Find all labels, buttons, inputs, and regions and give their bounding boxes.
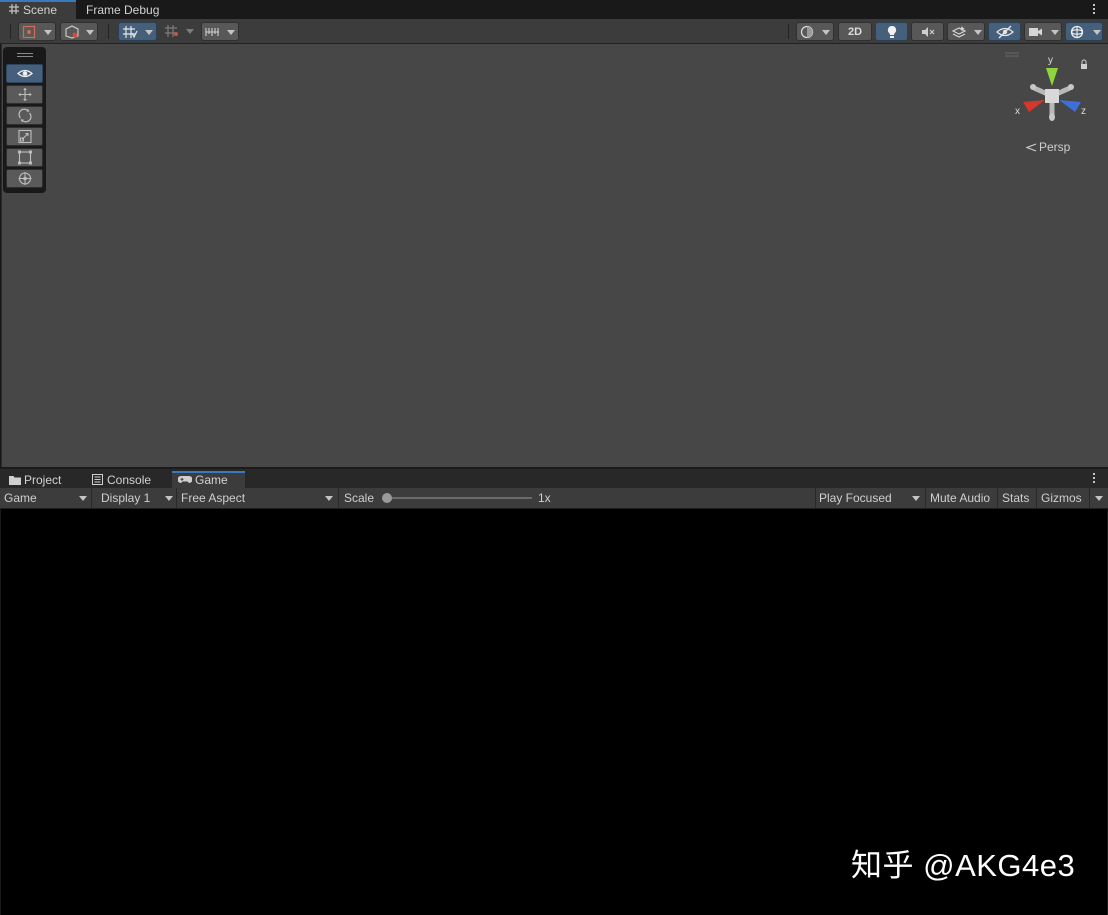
tab-frame-debug[interactable]: Frame Debug (79, 0, 171, 19)
chevron-down-icon (325, 496, 333, 501)
projection-toggle[interactable]: Persp (1025, 139, 1071, 156)
camera-settings-button[interactable] (1024, 22, 1062, 41)
scale-tool-icon (18, 129, 32, 144)
x-axis-label: x (1015, 106, 1020, 117)
gizmos-label: Gizmos (1041, 491, 1082, 505)
draw-mode-button[interactable] (18, 22, 56, 41)
increment-snap-icon (164, 24, 180, 41)
2d-toggle-button[interactable]: 2D (838, 22, 872, 41)
lower-tab-bar: Project Console Game (0, 468, 1108, 489)
lighting-button[interactable] (875, 22, 908, 41)
ruler-button[interactable] (201, 22, 239, 41)
tab-scene[interactable]: Scene (0, 0, 76, 19)
game-toolbar: Game Display 1 Free Aspect Scale 1x Play… (0, 488, 1108, 509)
lighting-icon (886, 25, 898, 42)
tab-console-label: Console (107, 473, 152, 487)
rect-tool-icon (18, 150, 32, 165)
grid-snap-icon (122, 25, 138, 42)
mute-audio-toggle[interactable]: Mute Audio (926, 488, 998, 508)
gizmos-dropdown[interactable] (1089, 488, 1108, 508)
ruler-icon (205, 25, 221, 42)
projection-label: Persp (1039, 140, 1071, 154)
effects-button[interactable] (947, 22, 985, 41)
scene-orientation-gizmo[interactable]: y x z (1005, 50, 1105, 130)
aspect-select[interactable]: Free Aspect (177, 488, 339, 508)
tab-project-label: Project (24, 473, 62, 487)
scene-view[interactable] (1, 44, 1108, 467)
scale-value-label: 1x (538, 491, 551, 505)
gizmos-toggle-button[interactable] (1065, 22, 1103, 41)
scene-toolbar: 2D (0, 19, 1108, 44)
y-axis-label: y (1048, 55, 1053, 66)
play-mode-select-value: Play Focused (819, 491, 892, 505)
scene-camera-button[interactable] (60, 22, 98, 41)
visibility-icon (996, 25, 1014, 42)
scale-slider-track[interactable] (386, 497, 532, 499)
z-axis-label: z (1081, 106, 1086, 117)
move-tool-icon (18, 88, 32, 101)
increment-snap-button[interactable] (160, 22, 198, 41)
tab-game[interactable]: Game (172, 471, 245, 489)
tool-palette (3, 47, 46, 193)
view-tool-icon (17, 69, 33, 78)
scene-camera-icon (64, 25, 80, 42)
audio-mute-icon (921, 25, 935, 42)
camera-settings-icon (1028, 25, 1044, 42)
tab-project[interactable]: Project (0, 471, 84, 489)
lock-icon[interactable] (1081, 64, 1087, 69)
tab-frame-debug-label: Frame Debug (86, 3, 160, 17)
effects-icon (951, 25, 967, 42)
tab-game-label: Game (195, 473, 228, 487)
watermark-text: 知乎 @AKG4e3 (851, 848, 1076, 883)
game-view-select-value: Game (4, 491, 37, 505)
transform-tool-icon (18, 172, 32, 185)
chevron-down-icon (1095, 496, 1103, 501)
transform-tool-button[interactable] (6, 169, 43, 188)
rotate-tool-icon (18, 108, 32, 123)
mute-audio-label: Mute Audio (930, 491, 991, 505)
scale-label: Scale (344, 491, 375, 505)
gamepad-icon (177, 473, 193, 488)
shading-mode-icon (800, 25, 814, 42)
center-cube[interactable] (1045, 89, 1059, 103)
scale-tool-button[interactable] (6, 127, 43, 146)
chevron-down-icon (79, 496, 87, 501)
z-axis-cone[interactable] (1059, 100, 1081, 112)
gizmos-toggle[interactable]: Gizmos (1037, 488, 1108, 508)
scene-visibility-button[interactable] (988, 22, 1021, 41)
y-axis-cone[interactable] (1046, 68, 1058, 86)
rect-tool-button[interactable] (6, 148, 43, 167)
chevron-down-icon (165, 496, 173, 501)
aspect-select-value: Free Aspect (181, 491, 246, 505)
move-tool-button[interactable] (6, 85, 43, 104)
view-tool-button[interactable] (6, 64, 43, 83)
chevron-down-icon (912, 496, 920, 501)
shading-mode-button[interactable] (796, 22, 834, 41)
game-view-select[interactable]: Game (0, 488, 92, 508)
stats-label: Stats (1002, 491, 1030, 505)
rotate-tool-button[interactable] (6, 106, 43, 125)
display-select-value: Display 1 (101, 491, 151, 505)
gizmos-icon (1069, 25, 1085, 42)
grid-hash-icon (9, 2, 19, 19)
stats-toggle[interactable]: Stats (998, 488, 1037, 508)
tab-scene-label: Scene (23, 3, 58, 17)
lower-more-options-icon[interactable] (1092, 473, 1096, 485)
audio-toggle-button[interactable] (911, 22, 944, 41)
palette-grip-icon[interactable] (17, 53, 33, 54)
tab-console[interactable]: Console (86, 471, 169, 489)
top-more-options-icon[interactable] (1092, 4, 1096, 16)
top-tab-bar: Scene Frame Debug (0, 0, 1108, 19)
x-axis-cone[interactable] (1023, 100, 1045, 112)
display-select[interactable]: Display 1 (92, 488, 177, 508)
scale-slider-thumb[interactable] (382, 493, 392, 503)
play-mode-select[interactable]: Play Focused (816, 488, 926, 508)
persp-icon (1025, 140, 1037, 156)
grid-snap-button[interactable] (118, 22, 157, 41)
draw-mode-icon (22, 25, 36, 42)
